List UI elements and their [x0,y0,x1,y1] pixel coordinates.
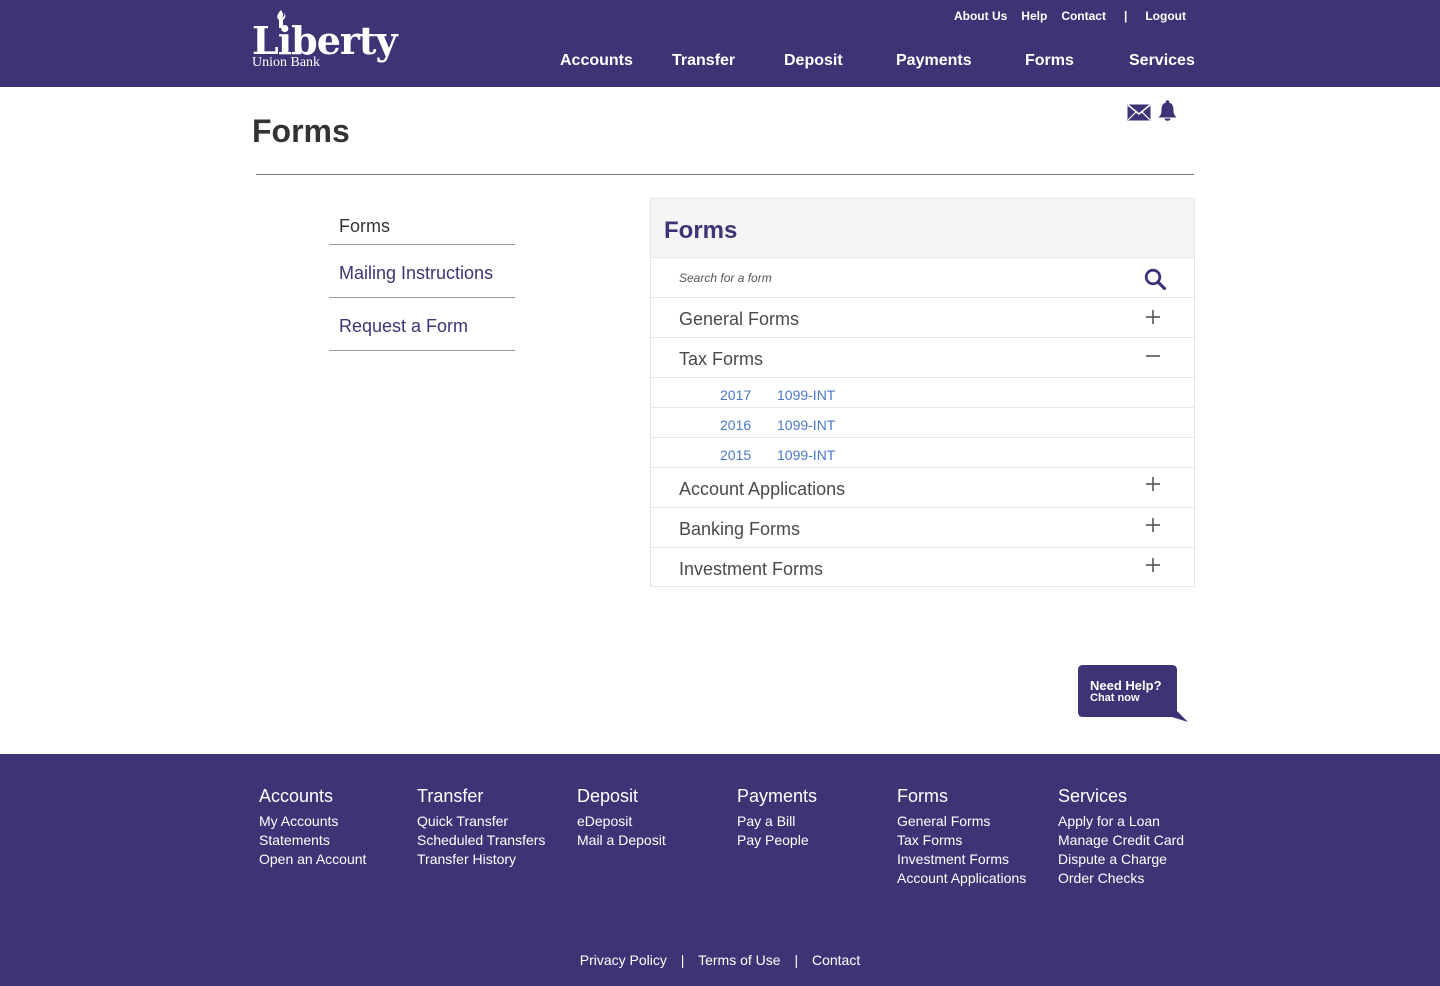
forms-panel: Forms General Forms Tax Forms 2017 1099-… [650,198,1195,587]
section-investment-forms[interactable]: Investment Forms [651,548,1194,588]
logo-subtitle: Union Bank [252,55,321,70]
plus-icon[interactable] [1146,477,1160,491]
envelope-icon[interactable] [1127,104,1151,121]
footer-column-forms: Forms General Forms Tax Forms Investment… [897,786,1026,888]
plus-icon[interactable] [1146,518,1160,532]
need-help-text: Need Help? [1090,678,1162,693]
legal-separator: | [794,952,799,968]
chat-help-button[interactable]: Need Help? Chat now [1078,665,1190,723]
site-footer: Accounts My Accounts Statements Open an … [0,754,1440,986]
tax-form-link[interactable]: 1099-INT [777,417,835,433]
footer-heading[interactable]: Transfer [417,786,545,807]
tax-form-year[interactable]: 2017 [720,387,751,403]
section-label: Tax Forms [679,349,764,369]
footer-contact-link[interactable]: Contact [812,952,860,968]
contact-link[interactable]: Contact [1061,9,1106,23]
section-general-forms[interactable]: General Forms [651,298,1194,338]
section-tax-forms[interactable]: Tax Forms [651,338,1194,378]
nav-forms[interactable]: Forms [1025,52,1074,70]
footer-link[interactable]: Statements [259,831,366,850]
footer-link[interactable]: Investment Forms [897,850,1026,869]
footer-column-transfer: Transfer Quick Transfer Scheduled Transf… [417,786,545,869]
minus-icon[interactable] [1146,349,1160,363]
footer-link[interactable]: Mail a Deposit [577,831,666,850]
nav-deposit[interactable]: Deposit [784,52,843,70]
search-row [651,258,1194,298]
section-banking-forms[interactable]: Banking Forms [651,508,1194,548]
tax-form-link[interactable]: 1099-INT [777,447,835,463]
title-divider [256,174,1194,175]
footer-link[interactable]: Apply for a Loan [1058,812,1184,831]
bank-logo[interactable]: Liberty Union Bank [252,10,402,72]
footer-link[interactable]: Quick Transfer [417,812,545,831]
footer-link[interactable]: eDeposit [577,812,666,831]
nav-accounts[interactable]: Accounts [560,52,633,70]
footer-heading[interactable]: Forms [897,786,1026,807]
footer-heading[interactable]: Payments [737,786,817,807]
nav-services[interactable]: Services [1129,52,1195,70]
footer-link[interactable]: Manage Credit Card [1058,831,1184,850]
footer-column-payments: Payments Pay a Bill Pay People [737,786,817,850]
legal-links: Privacy Policy | Terms of Use | Contact [0,952,1440,968]
footer-link[interactable]: Order Checks [1058,869,1184,888]
footer-link[interactable]: Pay a Bill [737,812,817,831]
footer-link[interactable]: Account Applications [897,869,1026,888]
section-label: Banking Forms [679,519,801,539]
side-item-request-a-form[interactable]: Request a Form [329,298,515,351]
footer-column-accounts: Accounts My Accounts Statements Open an … [259,786,366,869]
utility-links: About Us Help Contact | Logout [954,9,1186,23]
about-us-link[interactable]: About Us [954,9,1007,23]
logout-link[interactable]: Logout [1145,9,1186,23]
footer-link[interactable]: Transfer History [417,850,545,869]
main-nav: Accounts Transfer Deposit Payments Forms… [560,52,1195,72]
footer-heading[interactable]: Deposit [577,786,666,807]
nav-payments[interactable]: Payments [896,52,972,70]
tax-form-row: 2015 1099-INT [651,438,1194,468]
search-icon[interactable] [1144,268,1166,290]
side-menu: Forms Mailing Instructions Request a For… [329,202,515,351]
page-title: Forms [252,113,350,149]
footer-link[interactable]: Pay People [737,831,817,850]
plus-icon[interactable] [1146,558,1160,572]
tax-form-year[interactable]: 2016 [720,417,751,433]
terms-of-use-link[interactable]: Terms of Use [698,952,780,968]
side-item-mailing-instructions[interactable]: Mailing Instructions [329,245,515,298]
privacy-policy-link[interactable]: Privacy Policy [580,952,667,968]
tax-form-row: 2017 1099-INT [651,378,1194,408]
help-link[interactable]: Help [1021,9,1047,23]
tax-form-year[interactable]: 2015 [720,447,751,463]
chat-now-text: Chat now [1090,692,1140,704]
bell-icon[interactable] [1158,100,1177,122]
footer-link[interactable]: Scheduled Transfers [417,831,545,850]
footer-column-services: Services Apply for a Loan Manage Credit … [1058,786,1184,888]
footer-link[interactable]: Tax Forms [897,831,1026,850]
footer-heading[interactable]: Accounts [259,786,366,807]
footer-link[interactable]: My Accounts [259,812,366,831]
section-label: Account Applications [679,479,846,499]
tax-form-row: 2016 1099-INT [651,408,1194,438]
legal-separator: | [680,952,685,968]
search-input[interactable] [679,268,1099,288]
section-label: General Forms [679,309,800,329]
plus-icon[interactable] [1146,310,1160,324]
footer-link[interactable]: Open an Account [259,850,366,869]
section-label: Investment Forms [679,559,824,579]
nav-transfer[interactable]: Transfer [672,52,735,70]
footer-link[interactable]: Dispute a Charge [1058,850,1184,869]
section-account-applications[interactable]: Account Applications [651,468,1194,508]
utility-separator: | [1123,9,1128,23]
footer-heading[interactable]: Services [1058,786,1184,807]
footer-link[interactable]: General Forms [897,812,1026,831]
footer-column-deposit: Deposit eDeposit Mail a Deposit [577,786,666,850]
tax-form-link[interactable]: 1099-INT [777,387,835,403]
site-header: Liberty Union Bank About Us Help Contact… [0,0,1440,87]
side-item-forms[interactable]: Forms [329,202,515,245]
panel-title: Forms [651,199,1194,258]
